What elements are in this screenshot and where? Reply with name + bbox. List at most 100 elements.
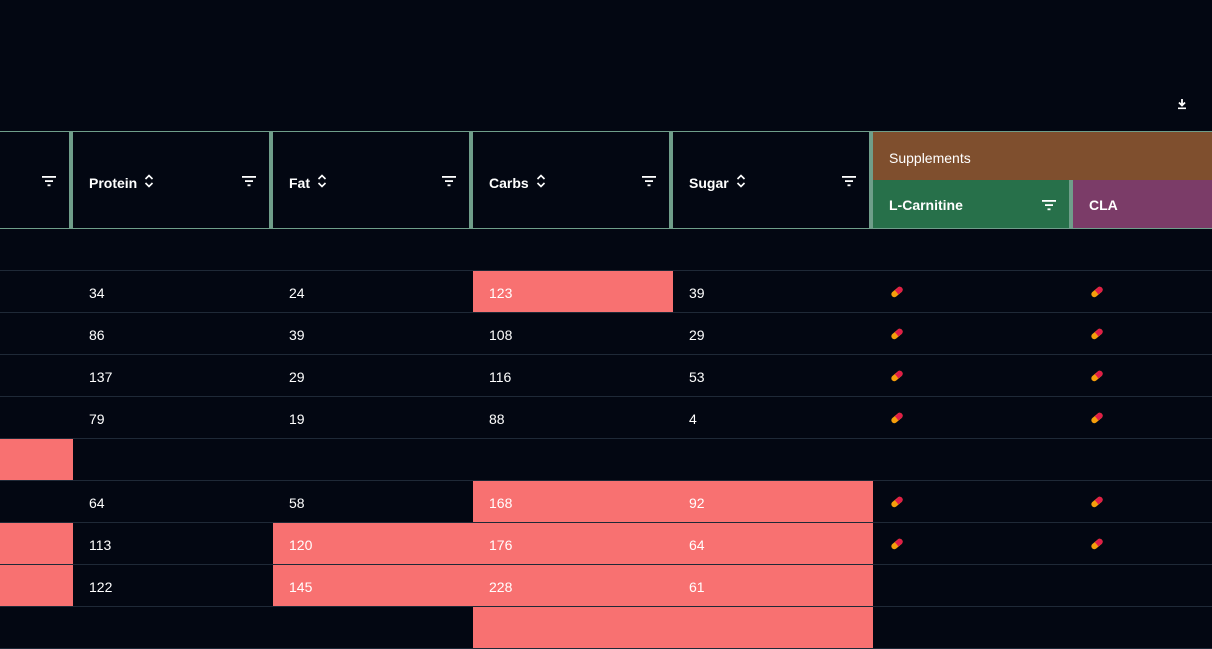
table-cell-cla [1073,481,1212,522]
column-header-carbs[interactable]: Carbs [473,131,669,229]
column-header-label: Protein [89,174,138,191]
table-cell-protein: 86 [73,313,273,354]
column-header-l-carnitine[interactable]: L-Carnitine [873,180,1069,229]
column-header-label: Fat [289,174,310,191]
table-cell-l-carnitine [873,355,1073,396]
table-cell-cla [1073,355,1212,396]
pill-icon [1089,284,1105,300]
column-header-fat[interactable]: Fat [273,131,469,229]
table-cell-carbs: 123 [473,271,673,312]
table-cell-protein: 64 [73,481,273,522]
cell-value: 29 [289,369,305,385]
table-row[interactable]: 34 24 123 39 [0,271,1212,313]
pill-icon [1089,536,1105,552]
table-cell-l-carnitine [873,271,1073,312]
table-cell-carbs [473,229,673,270]
filter-icon[interactable] [441,173,457,189]
table-cell-carbs: 228 [473,565,673,606]
table-cell-cla [1073,397,1212,438]
cell-value: 19 [289,411,305,427]
filter-icon[interactable] [641,173,657,189]
pill-icon [1089,368,1105,384]
table-row[interactable]: 137 29 116 53 [0,355,1212,397]
table-row[interactable]: 86 39 108 29 [0,313,1212,355]
table-cell-fat [273,229,473,270]
cell-value: 53 [689,369,705,385]
table-cell-l-carnitine [873,229,1073,270]
table-cell-protein: 113 [73,523,273,564]
cell-value: 113 [89,537,112,553]
table-cell-l-carnitine [873,313,1073,354]
cell-value: 92 [689,495,705,511]
sort-icon[interactable] [535,173,547,192]
table-cell-cla [1073,313,1212,354]
cell-value: 120 [289,537,313,553]
table-cell-l-carnitine [873,565,1073,606]
cell-value: 39 [689,285,705,301]
table-cell-fat: 29 [273,355,473,396]
table-cell-carbs: 108 [473,313,673,354]
table-cell-cla [1073,607,1212,648]
table-cell-carbs: 176 [473,523,673,564]
sort-icon[interactable] [316,173,328,192]
table-row[interactable] [0,229,1212,271]
cell-value: 176 [489,537,513,553]
table-cell-sugar: 92 [673,481,873,522]
table-cell-protein: 79 [73,397,273,438]
pill-icon [1089,326,1105,342]
table-row[interactable]: 122 145 228 61 [0,565,1212,607]
table-cell-cla [1073,439,1212,480]
table-cell-protein: 34 [73,271,273,312]
pill-icon [889,410,905,426]
pill-icon [889,284,905,300]
column-header-label: Sugar [689,174,729,191]
filter-icon[interactable] [841,173,857,189]
cell-value: 79 [89,411,105,427]
column-header-cla[interactable]: CLA [1073,180,1212,229]
filter-icon[interactable] [241,173,257,189]
table-cell-fat [273,439,473,480]
table-cell-carbs: 168 [473,481,673,522]
table-cell-protein [73,607,273,648]
table-row[interactable]: 113 120 176 64 [0,523,1212,565]
column-group-label: Supplements [889,150,971,166]
cell-value: 58 [289,495,305,511]
table-cell-truncated [0,271,73,312]
table-row[interactable]: 64 58 168 92 [0,481,1212,523]
pill-icon [889,536,905,552]
table-cell-sugar: 39 [673,271,873,312]
table-cell-cla [1073,565,1212,606]
column-header-truncated[interactable] [0,131,69,229]
table-cell-fat: 39 [273,313,473,354]
table-cell-carbs: 116 [473,355,673,396]
table-cell-protein [73,439,273,480]
table-cell-fat: 19 [273,397,473,438]
table-row[interactable] [0,607,1212,649]
pill-icon [1089,494,1105,510]
filter-icon[interactable] [1041,197,1057,213]
filter-icon[interactable] [41,173,57,189]
table-row[interactable]: 79 19 88 4 [0,397,1212,439]
table-cell-truncated [0,607,73,648]
cell-value: 29 [689,327,705,343]
cell-value: 116 [489,369,512,385]
sort-icon[interactable] [143,173,155,192]
table-cell-fat: 24 [273,271,473,312]
cell-value: 64 [689,537,705,553]
column-resize-handle[interactable] [1069,180,1073,229]
table-row[interactable] [0,439,1212,481]
download-icon[interactable] [1173,95,1191,113]
cell-value: 122 [89,579,113,595]
table-cell-carbs [473,607,673,648]
table-cell-truncated [0,523,73,564]
table-cell-truncated [0,439,73,480]
table-cell-l-carnitine [873,439,1073,480]
sort-icon[interactable] [735,173,747,192]
table-cell-l-carnitine [873,397,1073,438]
column-header-sugar[interactable]: Sugar [673,131,869,229]
table-cell-cla [1073,271,1212,312]
table-cell-sugar [673,439,873,480]
cell-value: 39 [289,327,305,343]
column-header-protein[interactable]: Protein [73,131,269,229]
table-cell-fat: 58 [273,481,473,522]
